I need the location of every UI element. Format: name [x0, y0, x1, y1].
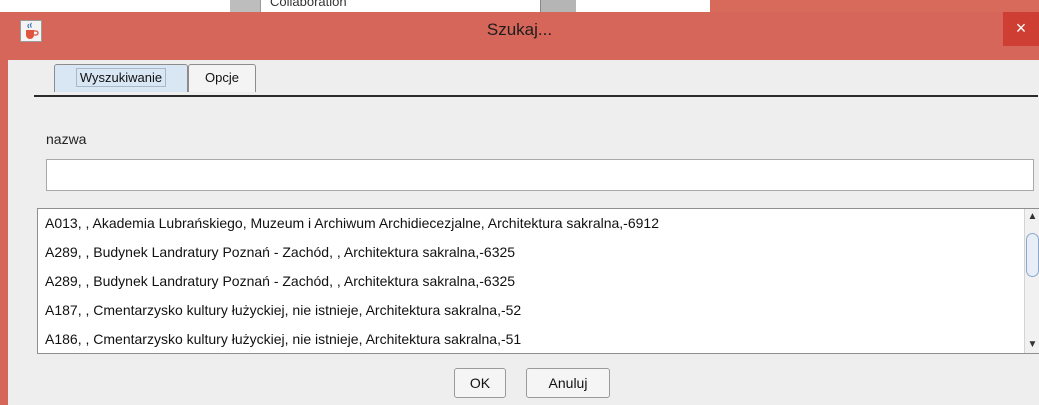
dialog-title: Szukaj...: [486, 20, 553, 39]
list-item[interactable]: A289, , Budynek Landratury Poznań - Zach…: [38, 238, 1024, 267]
name-input[interactable]: [46, 159, 1034, 191]
list-item[interactable]: A289, , Budynek Landratury Poznań - Zach…: [38, 267, 1024, 296]
vertical-scrollbar[interactable]: ▲ ▼: [1024, 209, 1039, 353]
scroll-down-arrow-icon[interactable]: ▼: [1025, 337, 1039, 353]
results-list-items: A013, , Akademia Lubrańskiego, Muzeum i …: [38, 209, 1024, 353]
tab-label: Opcje: [205, 70, 239, 85]
tab-label: Wyszukiwanie: [75, 68, 167, 87]
list-item[interactable]: A186, , Cmentarzysko kultury łużyckiej, …: [38, 325, 1024, 353]
scroll-thumb[interactable]: [1026, 233, 1039, 277]
close-button[interactable]: ×: [1003, 12, 1039, 46]
background-window: [0, 0, 230, 12]
background-window-right: [710, 0, 1039, 12]
background-button: [540, 0, 576, 12]
close-icon: ×: [1015, 18, 1027, 38]
name-label: nazwa: [46, 131, 87, 147]
tab-divider: [34, 95, 1038, 97]
list-item[interactable]: A187, , Cmentarzysko kultury łużyckiej, …: [38, 296, 1024, 325]
dialog-titlebar[interactable]: Szukaj... ×: [0, 12, 1039, 60]
scroll-up-arrow-icon[interactable]: ▲: [1025, 209, 1039, 225]
ok-button[interactable]: OK: [454, 368, 506, 398]
tab-opcje[interactable]: Opcje: [188, 64, 256, 92]
results-list[interactable]: A013, , Akademia Lubrańskiego, Muzeum i …: [37, 208, 1039, 354]
background-toolbar-tab: [230, 0, 261, 12]
background-tree-label: Collaboration: [270, 0, 347, 9]
list-item[interactable]: A013, , Akademia Lubrańskiego, Muzeum i …: [38, 209, 1024, 238]
dialog-content: Wyszukiwanie Opcje nazwa A013, , Akademi…: [8, 60, 1039, 405]
search-dialog: Szukaj... × Wyszukiwanie Opcje nazwa A01…: [0, 12, 1039, 405]
cancel-button[interactable]: Anuluj: [526, 368, 610, 398]
tab-wyszukiwanie[interactable]: Wyszukiwanie: [54, 64, 188, 92]
